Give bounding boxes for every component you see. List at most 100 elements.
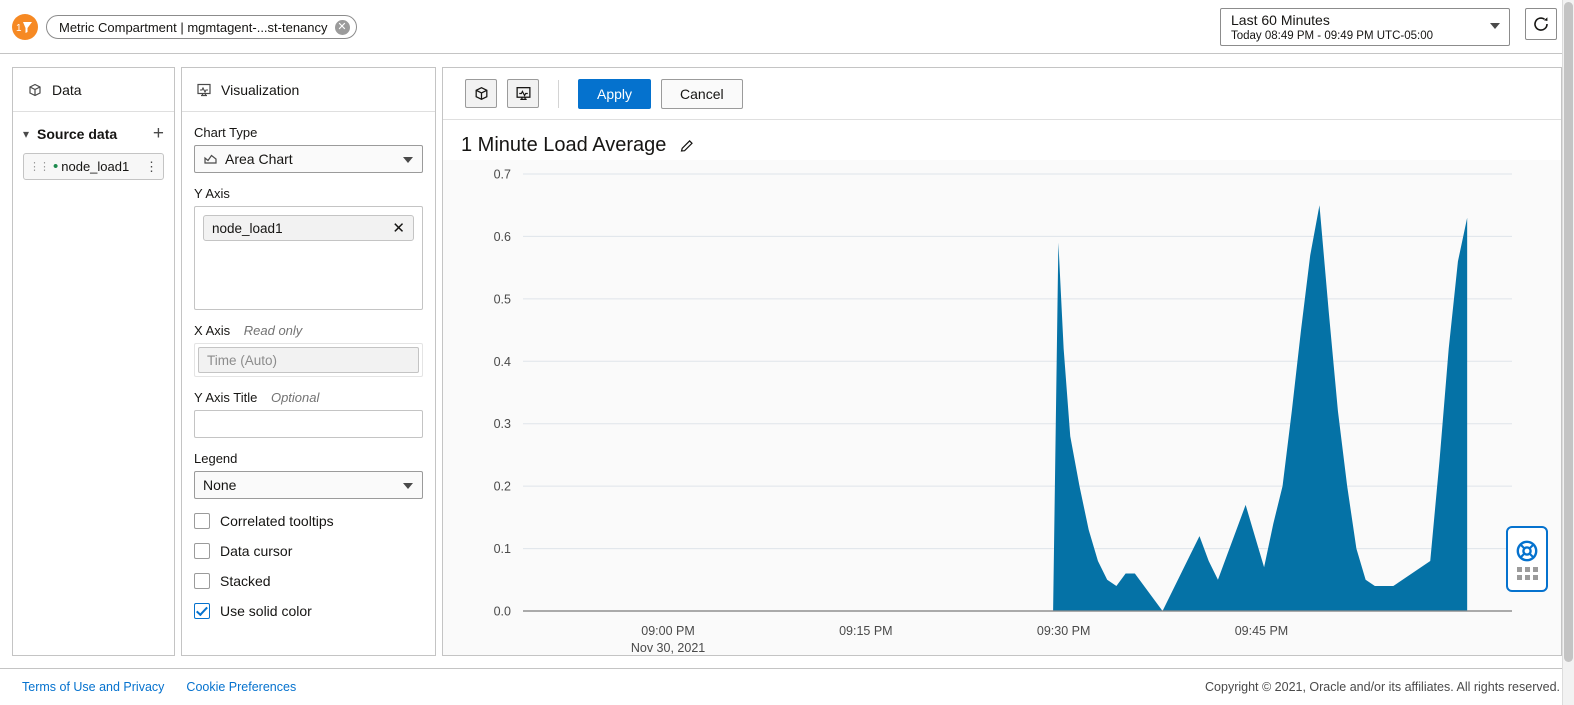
copyright-text: Copyright © 2021, Oracle and/or its affi… [1205, 680, 1560, 694]
chevron-down-icon [1490, 23, 1500, 29]
chart-panel: Apply Cancel 1 Minute Load Average 0.0 0.… [442, 67, 1562, 656]
data-panel-header: Data [13, 68, 174, 112]
y-axis-title-optional-note: Optional [270, 390, 320, 405]
top-bar: 1 Metric Compartment | mgmtagent-...st-t… [0, 0, 1574, 54]
checkbox-label: Correlated tooltips [220, 513, 334, 529]
y-axis-token-label: node_load1 [212, 220, 283, 236]
y-axis-tick-label: 0.3 [494, 417, 511, 431]
checkbox-label: Use solid color [220, 603, 312, 619]
time-range-selector[interactable]: Last 60 Minutes Today 08:49 PM - 09:49 P… [1220, 8, 1510, 46]
y-axis-tick-label: 0.4 [494, 355, 511, 369]
data-panel: Data ▾ Source data + ⋮⋮ • node_load1 ⋮ [12, 67, 175, 656]
lifesaver-help-icon[interactable] [1515, 539, 1539, 563]
toolbar-divider [558, 79, 559, 108]
legend-label: Legend [194, 451, 238, 466]
visualization-tool-button[interactable] [507, 79, 539, 108]
visualization-panel: Visualization Chart Type Area Chart Y Ax… [181, 67, 436, 656]
chart-title-row: 1 Minute Load Average [443, 120, 1561, 157]
x-axis-tick-label: 09:30 PM [1037, 624, 1091, 638]
add-source-data-button[interactable]: + [153, 124, 164, 143]
y-axis-title-input[interactable] [194, 410, 423, 438]
area-chart-svg: 0.0 0.1 0.2 0.3 0.4 0.5 0.6 0.7 09:00 PM Nov 30, … [443, 160, 1561, 655]
chevron-down-icon[interactable]: ▾ [23, 127, 37, 141]
x-axis-label-text: X Axis [194, 323, 231, 338]
x-axis-tick-label: 09:00 PM [641, 624, 695, 638]
monitor-chart-icon [515, 87, 531, 100]
checkbox-box[interactable] [194, 573, 210, 589]
x-axis-tick-sublabel: Nov 30, 2021 [631, 641, 705, 655]
compartment-filter-chip[interactable]: Metric Compartment | mgmtagent-...st-ten… [46, 15, 357, 39]
source-data-label: Source data [37, 126, 118, 142]
y-axis-tick-label: 0.0 [494, 605, 511, 619]
x-axis-tick-label: 09:15 PM [839, 624, 893, 638]
y-axis-tick-label: 0.6 [494, 230, 511, 244]
chart-type-label: Chart Type [194, 125, 258, 140]
green-dot-icon: • [53, 157, 59, 175]
cancel-button[interactable]: Cancel [661, 78, 743, 109]
cookie-preferences-link[interactable]: Cookie Preferences [186, 680, 296, 694]
visualization-panel-title: Visualization [221, 81, 300, 98]
kebab-menu-icon[interactable]: ⋮ [145, 159, 158, 175]
svg-text:1: 1 [16, 23, 22, 34]
time-range-detail: Today 08:49 PM - 09:49 PM UTC-05:00 [1231, 30, 1433, 42]
chart-toolbar: Apply Cancel [443, 68, 1561, 120]
chevron-down-icon [403, 157, 413, 163]
chevron-down-icon [403, 483, 413, 489]
checkbox-stacked[interactable]: Stacked [194, 573, 423, 589]
y-axis-tick-label: 0.2 [494, 480, 511, 494]
checkbox-use-solid-color[interactable]: Use solid color [194, 603, 423, 619]
pencil-icon[interactable] [679, 138, 695, 154]
y-axis-token[interactable]: node_load1 ✕ [203, 215, 414, 241]
data-tool-button[interactable] [465, 79, 497, 108]
chart-plot-area[interactable]: 0.0 0.1 0.2 0.3 0.4 0.5 0.6 0.7 09:00 PM Nov 30, … [443, 160, 1561, 655]
oracle-logo-icon: 1 [12, 14, 38, 40]
y-axis-tick-label: 0.5 [494, 292, 511, 306]
y-axis-label: Y Axis [194, 186, 230, 201]
refresh-button[interactable] [1525, 8, 1557, 40]
visualization-panel-header: Visualization [182, 68, 435, 112]
data-panel-title: Data [52, 81, 82, 98]
y-axis-title-label: Y Axis Title Optional [194, 390, 423, 405]
y-axis-tick-label: 0.7 [494, 168, 511, 182]
x-axis-readonly-note: Read only [243, 323, 303, 338]
checkbox-box[interactable] [194, 513, 210, 529]
source-data-item-label: node_load1 [61, 159, 130, 174]
x-axis-field: Time (Auto) [198, 347, 419, 373]
checkbox-box[interactable] [194, 543, 210, 559]
x-axis-field-wrap: Time (Auto) [194, 343, 423, 377]
area-chart-icon [203, 152, 218, 167]
apply-button[interactable]: Apply [578, 78, 652, 109]
terms-of-use-link[interactable]: Terms of Use and Privacy [22, 680, 164, 694]
source-data-header[interactable]: ▾ Source data + [23, 124, 164, 143]
chip-close-icon[interactable]: ✕ [334, 19, 350, 35]
checkbox-correlated-tooltips[interactable]: Correlated tooltips [194, 513, 423, 529]
compartment-filter-label: Metric Compartment | mgmtagent-...st-ten… [59, 19, 328, 35]
page-scrollbar[interactable] [1562, 0, 1574, 705]
chart-type-value: Area Chart [225, 151, 293, 167]
footer: Terms of Use and Privacy Cookie Preferen… [0, 668, 1574, 705]
refresh-icon [1534, 17, 1548, 31]
scrollbar-thumb[interactable] [1564, 2, 1573, 662]
x-axis-tick-label: 09:45 PM [1235, 624, 1289, 638]
time-range-value: Last 60 Minutes [1231, 12, 1330, 28]
drag-grip-icon[interactable]: ⋮⋮ [29, 160, 50, 173]
checkbox-box[interactable] [194, 603, 210, 619]
checkbox-data-cursor[interactable]: Data cursor [194, 543, 423, 559]
close-icon[interactable]: ✕ [392, 219, 405, 237]
x-axis-label: X Axis Read only [194, 323, 423, 338]
y-axis-title-label-text: Y Axis Title [194, 390, 258, 405]
chart-type-select[interactable]: Area Chart [194, 145, 423, 173]
cube-icon [475, 86, 487, 101]
checkbox-label: Data cursor [220, 543, 293, 559]
chart-title: 1 Minute Load Average [461, 134, 667, 156]
help-widget[interactable] [1506, 526, 1548, 592]
legend-select[interactable]: None [194, 471, 423, 499]
y-axis-token-list[interactable]: node_load1 ✕ [194, 206, 423, 310]
monitor-chart-icon [196, 82, 212, 98]
legend-value: None [203, 477, 237, 493]
y-axis-tick-label: 0.1 [494, 542, 511, 556]
source-data-item-node-load1[interactable]: ⋮⋮ • node_load1 ⋮ [23, 153, 164, 180]
cube-icon [27, 82, 43, 98]
checkbox-label: Stacked [220, 573, 271, 589]
drag-dots-icon[interactable] [1516, 566, 1538, 580]
